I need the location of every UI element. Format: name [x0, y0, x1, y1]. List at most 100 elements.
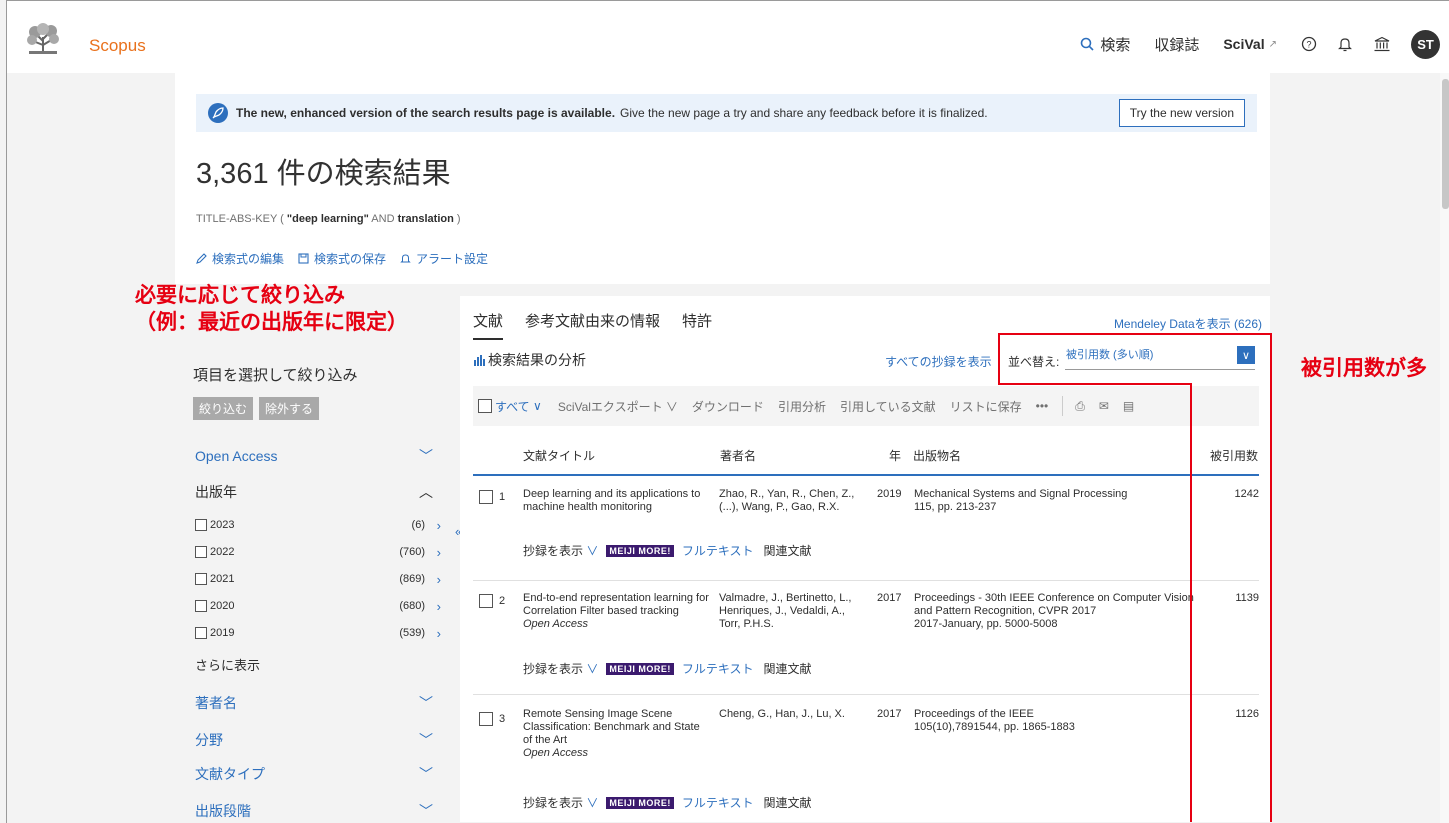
view-abstract-link[interactable]: 抄録を表示 ∨: [523, 660, 598, 677]
related-documents-link[interactable]: 関連文献: [764, 794, 812, 811]
related-documents-link[interactable]: 関連文献: [764, 542, 812, 559]
scrollbar-thumb[interactable]: [1442, 79, 1449, 209]
row-links: 抄録を表示 ∨ MEIJI MORE! フルテキスト 関連文献: [523, 660, 812, 677]
chevron-right-icon[interactable]: ›: [437, 518, 441, 533]
meiji-more-button[interactable]: MEIJI MORE!: [606, 796, 674, 809]
row-checkbox[interactable]: [479, 490, 493, 504]
citation-overview-button[interactable]: 引用分析: [778, 398, 826, 415]
nav-scival[interactable]: SciVal ↗: [1223, 36, 1277, 52]
facet-doctype[interactable]: 文献タイプ ﹀: [195, 764, 433, 784]
facet-subject[interactable]: 分野 ﹀: [195, 730, 433, 750]
year-checkbox[interactable]: [195, 627, 207, 639]
annotation-refine-line2: （例：最近の出版年に限定）: [135, 311, 408, 334]
scopus-brand[interactable]: Scopus: [89, 36, 146, 56]
column-header-title[interactable]: 文献タイトル: [523, 447, 595, 464]
help-icon[interactable]: ?: [1301, 36, 1317, 52]
year-row-2020[interactable]: 2020 (680) ›: [195, 599, 445, 614]
view-abstract-label: 抄録を表示: [523, 796, 584, 810]
meiji-more-button[interactable]: MEIJI MORE!: [606, 544, 674, 557]
analyze-results-link[interactable]: 検索結果の分析: [473, 350, 586, 370]
facet-open-access[interactable]: Open Access ﹀: [195, 446, 433, 466]
year-checkbox[interactable]: [195, 519, 207, 531]
bibliography-icon[interactable]: ▤: [1123, 399, 1134, 413]
nav-search-label: 検索: [1100, 36, 1131, 54]
scival-export-dropdown[interactable]: SciValエクスポート ∨: [558, 398, 678, 415]
select-all-checkbox[interactable]: [478, 399, 492, 413]
search-icon: [1081, 37, 1094, 51]
chevron-right-icon[interactable]: ›: [437, 626, 441, 641]
chevron-down-icon: ∨: [586, 544, 599, 558]
try-new-version-button[interactable]: Try the new version: [1118, 99, 1245, 127]
tab-patents[interactable]: 特許: [682, 310, 712, 340]
document-title-link[interactable]: Deep learning and its applications to ma…: [523, 488, 709, 514]
banner-text: Give the new page a try and share any fe…: [620, 106, 988, 120]
view-abstract-link[interactable]: 抄録を表示 ∨: [523, 542, 598, 559]
sidebar-buttons: 絞り込む 除外する: [193, 397, 325, 420]
source: Mechanical Systems and Signal Processing…: [914, 488, 1204, 514]
print-icon[interactable]: ⎙: [1075, 399, 1085, 414]
select-all-dropdown[interactable]: すべて ∨: [478, 398, 542, 415]
user-avatar[interactable]: ST: [1411, 29, 1440, 59]
facet-year[interactable]: 出版年 ︿: [195, 482, 433, 502]
facet-subject-label: 分野: [195, 732, 223, 748]
full-text-link[interactable]: フルテキスト: [682, 542, 754, 559]
download-button[interactable]: ダウンロード: [692, 398, 764, 415]
full-text-link[interactable]: フルテキスト: [682, 660, 754, 677]
email-icon[interactable]: ✉: [1099, 399, 1109, 413]
query-field: TITLE-ABS-KEY (: [196, 213, 284, 225]
show-all-abstracts-link[interactable]: すべての抄録を表示: [885, 353, 992, 370]
edit-query-link[interactable]: 検索式の編集: [196, 250, 284, 267]
year-label: 2019: [210, 627, 235, 639]
row-checkbox[interactable]: [479, 594, 493, 608]
source-detail: 105(10),7891544, pp. 1865-1883: [914, 721, 1075, 733]
year-row-2021[interactable]: 2021 (869) ›: [195, 572, 445, 587]
year-row-2019[interactable]: 2019 (539) ›: [195, 626, 445, 641]
save-query-link[interactable]: 検索式の保存: [298, 250, 386, 267]
column-header-year[interactable]: 年: [889, 447, 901, 464]
authors[interactable]: Cheng, G., Han, J., Lu, X.: [719, 708, 869, 721]
bell-icon[interactable]: [1337, 36, 1353, 52]
chevron-right-icon[interactable]: ›: [437, 545, 441, 560]
cited-by-button[interactable]: 引用している文献: [840, 398, 936, 415]
view-abstract-link[interactable]: 抄録を表示 ∨: [523, 794, 598, 811]
source-title[interactable]: Proceedings - 30th IEEE Conference on Co…: [914, 592, 1204, 618]
nav-journals[interactable]: 収録誌: [1154, 34, 1199, 55]
document-title-link[interactable]: Remote Sensing Image Scene Classificatio…: [523, 708, 709, 760]
year-row-2022[interactable]: 2022 (760) ›: [195, 545, 445, 560]
facet-open-access-label: Open Access: [195, 448, 278, 464]
annotation-cited: 被引用数が多: [1301, 357, 1427, 380]
mendeley-data-link[interactable]: Mendeley Dataを表示 (626): [1114, 315, 1262, 332]
facet-author[interactable]: 著者名 ﹀: [195, 693, 433, 713]
save-to-list-button[interactable]: リストに保存: [950, 398, 1022, 415]
show-more-link[interactable]: さらに表示: [195, 655, 260, 674]
full-text-link[interactable]: フルテキスト: [682, 794, 754, 811]
year-checkbox[interactable]: [195, 600, 207, 612]
year-checkbox[interactable]: [195, 546, 207, 558]
source-title[interactable]: Mechanical Systems and Signal Processing: [914, 488, 1204, 501]
exclude-button[interactable]: 除外する: [259, 397, 320, 420]
chevron-right-icon[interactable]: ›: [437, 599, 441, 614]
set-alert-link[interactable]: アラート設定: [400, 250, 488, 267]
tab-secondary-documents[interactable]: 参考文献由来の情報: [525, 310, 660, 340]
related-documents-link[interactable]: 関連文献: [764, 660, 812, 677]
meiji-more-button[interactable]: MEIJI MORE!: [606, 662, 674, 675]
institution-icon[interactable]: [1373, 36, 1391, 52]
tab-documents[interactable]: 文献: [473, 310, 504, 340]
more-actions-button[interactable]: •••: [1036, 399, 1049, 413]
chevron-right-icon[interactable]: ›: [437, 572, 441, 587]
facet-year-label: 出版年: [195, 484, 237, 500]
row-checkbox[interactable]: [479, 712, 493, 726]
authors[interactable]: Valmadre, J., Bertinetto, L., Henriques,…: [719, 592, 869, 631]
edit-query-label: 検索式の編集: [212, 252, 285, 266]
year-row-2023[interactable]: 2023 (6) ›: [195, 518, 445, 533]
nav-search[interactable]: 検索: [1080, 34, 1130, 55]
source-title[interactable]: Proceedings of the IEEE: [914, 708, 1204, 721]
year-checkbox[interactable]: [195, 573, 207, 585]
year: 2017: [877, 708, 902, 720]
limit-to-button[interactable]: 絞り込む: [193, 397, 254, 420]
authors[interactable]: Zhao, R., Yan, R., Chen, Z., (...), Wang…: [719, 488, 869, 514]
facet-stage[interactable]: 出版段階 ﹀: [195, 801, 433, 821]
document-title-link[interactable]: End-to-end representation learning for C…: [523, 592, 709, 631]
column-header-authors[interactable]: 著者名: [720, 447, 756, 464]
column-header-source[interactable]: 出版物名: [913, 447, 961, 464]
